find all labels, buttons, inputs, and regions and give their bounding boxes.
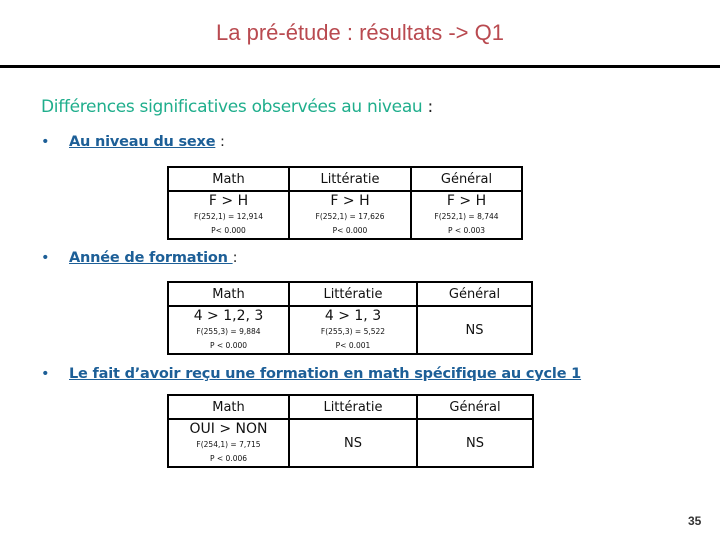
bullet-icon: • — [41, 366, 50, 382]
bullet-icon: • — [41, 134, 50, 150]
col-general: Général — [410, 166, 523, 192]
p-value: P < 0.006 — [209, 454, 248, 463]
cell-general: F > H F(252,1) = 8,744 P < 0.003 — [410, 190, 523, 240]
result: F > H — [330, 193, 370, 209]
col-math: Math — [167, 166, 290, 192]
bullet-annee-formation: • Année de formation : — [41, 250, 238, 266]
p-value: P < 0.000 — [209, 341, 248, 350]
cell-litteratie: F > H F(252,1) = 17,626 P< 0.000 — [288, 190, 412, 240]
col-general: Général — [416, 394, 534, 420]
cell-litteratie: 4 > 1, 3 F(255,3) = 5,522 P< 0.001 — [288, 305, 418, 355]
col-general: Général — [416, 281, 533, 307]
bullet-icon: • — [41, 250, 50, 266]
table-annee-formation: Math Littératie Général 4 > 1,2, 3 F(255… — [167, 281, 533, 355]
title-divider — [0, 65, 720, 68]
slide-title: La pré-étude : résultats -> Q1 — [216, 20, 504, 45]
cell-general: NS — [416, 418, 534, 468]
result: 4 > 1,2, 3 — [193, 308, 264, 324]
bullet-colon: : — [215, 134, 225, 150]
result: F > H — [208, 193, 249, 209]
table-formation-cycle1: Math Littératie Général OUI > NON F(254,… — [167, 394, 534, 468]
p-value: P< 0.001 — [335, 341, 371, 350]
p-value: P< 0.000 — [332, 226, 368, 235]
col-litteratie: Littératie — [288, 281, 418, 307]
p-value: P< 0.000 — [211, 226, 246, 235]
p-value: P < 0.003 — [447, 226, 486, 235]
table-row: OUI > NON F(254,1) = 7,715 P < 0.006 NS … — [167, 418, 534, 468]
bullet-label[interactable]: Au niveau du sexe — [69, 134, 216, 150]
heading-text: Différences significatives observées au … — [41, 97, 423, 117]
stat: F(254,1) = 7,715 — [196, 440, 261, 449]
cell-general: NS — [416, 305, 533, 355]
bullet-label[interactable]: Année de formation — [69, 250, 233, 266]
page-number: 35 — [688, 514, 702, 528]
table-row: 4 > 1,2, 3 F(255,3) = 9,884 P < 0.000 4 … — [167, 305, 533, 355]
result: F > H — [446, 193, 487, 209]
stat: F(252,1) = 8,744 — [434, 212, 499, 221]
table-sexe: Math Littératie Général F > H F(252,1) =… — [167, 166, 523, 240]
table-header-row: Math Littératie Général — [167, 394, 534, 420]
result: OUI > NON — [189, 421, 268, 437]
stat: F(252,1) = 17,626 — [315, 212, 385, 221]
result: NS — [465, 322, 484, 338]
col-math: Math — [167, 394, 290, 420]
result: NS — [466, 435, 484, 451]
table-header-row: Math Littératie Général — [167, 166, 523, 192]
table-row: F > H F(252,1) = 12,914 P< 0.000 F > H F… — [167, 190, 523, 240]
col-litteratie: Littératie — [288, 166, 412, 192]
result: NS — [344, 435, 362, 451]
heading-colon: : — [422, 97, 434, 117]
cell-math: F > H F(252,1) = 12,914 P< 0.000 — [167, 190, 290, 240]
stat: F(252,1) = 12,914 — [194, 212, 263, 221]
cell-math: 4 > 1,2, 3 F(255,3) = 9,884 P < 0.000 — [167, 305, 290, 355]
table-header-row: Math Littératie Général — [167, 281, 533, 307]
bullet-formation-cycle1: • Le fait d’avoir reçu une formation en m… — [41, 366, 581, 382]
section-heading: Différences significatives observées au … — [41, 97, 433, 117]
col-litteratie: Littératie — [288, 394, 418, 420]
cell-math: OUI > NON F(254,1) = 7,715 P < 0.006 — [167, 418, 290, 468]
bullet-sexe: • Au niveau du sexe : — [41, 134, 225, 150]
result: 4 > 1, 3 — [324, 308, 382, 324]
stat: F(255,3) = 5,522 — [320, 327, 386, 336]
bullet-colon: : — [232, 250, 238, 266]
bullet-label[interactable]: Le fait d’avoir reçu une formation en ma… — [69, 366, 581, 382]
col-math: Math — [167, 281, 290, 307]
cell-litteratie: NS — [288, 418, 418, 468]
stat: F(255,3) = 9,884 — [196, 327, 261, 336]
